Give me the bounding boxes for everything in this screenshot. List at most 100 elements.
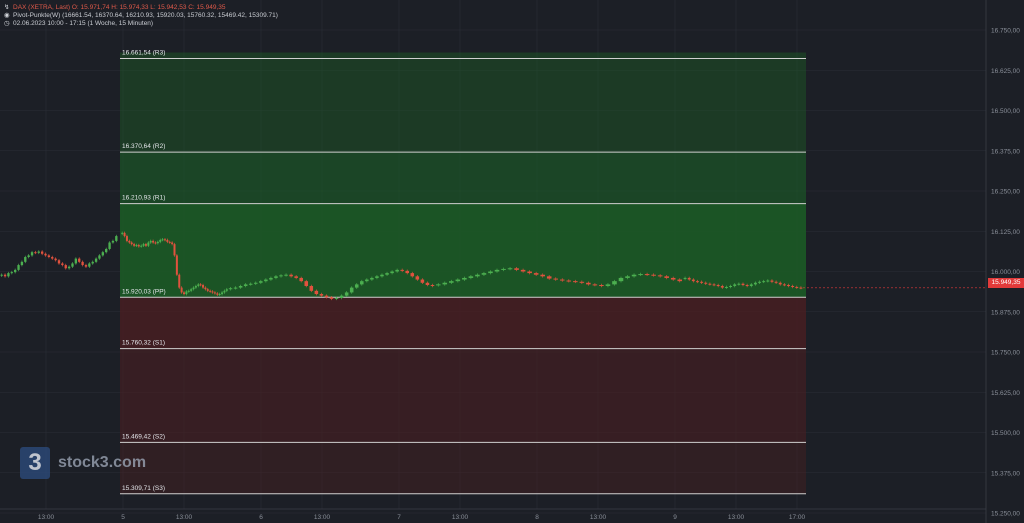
candle-body [264,279,268,282]
candle-body [319,294,324,296]
candle-body [774,281,778,283]
candle-body [766,280,770,282]
candle-body [533,273,539,275]
candle-body [243,284,248,286]
indicator-header[interactable]: ◉ Pivot-Punkte(W) (16661.54, 16370.64, 16… [4,12,278,20]
candle-body [733,284,737,286]
candle-body [94,258,98,262]
candle-body [455,279,461,282]
candle-body [211,291,214,293]
period-header: ◷ 02.06.2023 10:00 - 17:15 (1 Woche, 15 M… [4,20,153,28]
candle-body [233,287,238,289]
y-tick-label: 16.250,00 [991,189,1020,196]
pivot-zone [120,203,806,298]
candle-body [74,258,78,264]
candle-body [78,258,81,262]
x-tick-label: 13:00 [728,514,745,521]
candle-body [753,282,757,285]
candle-body [787,285,790,287]
candle-body [57,260,61,264]
candle-body [216,293,219,295]
candle-body [442,282,448,285]
candle-body [618,277,624,282]
candle-body [664,276,669,278]
candle-body [559,279,565,281]
candle-body [700,281,704,283]
x-tick-label: 13:00 [176,514,193,521]
x-tick-label: 7 [397,514,401,521]
candle-body [339,295,344,298]
candle-body [178,274,181,288]
candle-body [128,240,131,243]
watermark-logo: 3 stock3.com [20,447,146,479]
candle-body [677,279,683,282]
candle-body [329,297,334,299]
candle-body [799,287,803,289]
candle-body [720,285,724,288]
candle-body [149,240,152,243]
candle-body [180,287,183,293]
candle-body [762,281,766,283]
indicator-values: Pivot-Punkte(W) (16661.54, 16370.64, 162… [13,12,278,19]
candle-body [7,273,10,277]
candle-body [430,285,435,287]
candle-body [91,261,94,264]
candle-body [520,269,526,272]
pivot-zone [120,442,806,494]
candle-body [737,283,741,285]
candle-body [152,240,155,243]
candle-body [20,261,24,266]
candle-body [47,255,51,258]
candle-body [468,276,474,278]
candle-body [299,277,303,282]
candle-body [696,281,699,283]
candle-body [125,236,128,241]
candle-body [209,290,212,292]
candle-body [190,289,193,291]
candle-body [225,289,228,291]
candle-body [84,265,88,267]
candle-body [370,277,374,280]
candle-body [156,241,159,244]
candle-body [360,281,364,285]
pivot-label: 15.920,03 (PP) [122,288,166,295]
y-tick-label: 16.375,00 [991,148,1020,155]
x-tick-label: 13:00 [452,514,469,521]
candle-body [791,285,795,287]
candle-body [415,276,420,280]
candle-body [123,232,126,237]
symbol-header[interactable]: ↯ DAX (XETRA, Last) O: 15.971,74 H: 15.97… [4,4,225,12]
candle-body [228,288,233,290]
candle-body [349,287,354,293]
candle-body [716,285,720,287]
candle-body [105,248,108,253]
candle-body [98,255,101,259]
candle-body [462,277,467,280]
candle-body [566,280,572,282]
candle-body [579,281,585,283]
y-tick-label: 16.500,00 [991,108,1020,115]
candle-body [573,281,578,283]
candle-body [3,274,7,277]
y-tick-label: 15.625,00 [991,390,1020,397]
symbol-ohlc: DAX (XETRA, Last) O: 15.971,74 H: 15.974… [13,4,226,11]
candle-body [745,285,749,287]
pivot-chart[interactable]: 16.661,54 (R3) 16.370,64 (R2) 16.210,93 (R… [0,0,1024,523]
candle-body [592,284,598,286]
candle-body [651,274,656,276]
candle-body [375,276,379,278]
candle-body [481,273,487,275]
candle-body [168,241,171,243]
x-tick-label: 13:00 [590,514,607,521]
candle-body [121,232,124,234]
candle-body [704,282,708,284]
pivot-label: 16.661,54 (R3) [122,49,165,56]
candle-body [175,255,178,275]
candle-body [173,244,176,256]
candle-body [274,276,278,278]
candle-body [405,270,409,274]
candle-body [185,291,188,295]
candle-body [304,281,309,286]
candle-body [425,282,430,286]
current-price-label: 15.949,35 [988,278,1024,288]
